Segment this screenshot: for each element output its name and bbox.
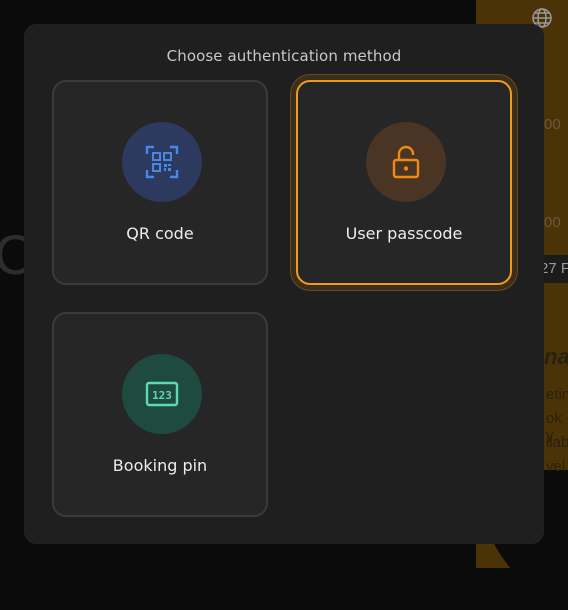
dialog-title: Choose authentication method bbox=[166, 47, 402, 65]
user-passcode-option[interactable]: User passcode bbox=[296, 80, 512, 285]
booking-pin-option[interactable]: 123 Booking pin bbox=[52, 312, 268, 517]
background-text: ilab bbox=[546, 434, 568, 451]
background-text: vel bbox=[546, 458, 566, 475]
auth-method-dialog: Choose authentication method QR code Use… bbox=[24, 24, 544, 544]
pin-123-icon: 123 bbox=[122, 354, 202, 434]
option-label: User passcode bbox=[345, 224, 463, 243]
background-text: 00 bbox=[544, 214, 561, 231]
option-label: Booking pin bbox=[112, 456, 208, 475]
unlock-icon bbox=[366, 122, 446, 202]
pin-badge-text: 123 bbox=[152, 389, 172, 402]
background-heading: na bbox=[544, 344, 568, 369]
qr-code-option[interactable]: QR code bbox=[52, 80, 268, 285]
background-text: 00 bbox=[544, 116, 561, 133]
background-text: etin bbox=[546, 386, 568, 403]
qr-code-icon bbox=[122, 122, 202, 202]
option-label: QR code bbox=[126, 224, 194, 243]
